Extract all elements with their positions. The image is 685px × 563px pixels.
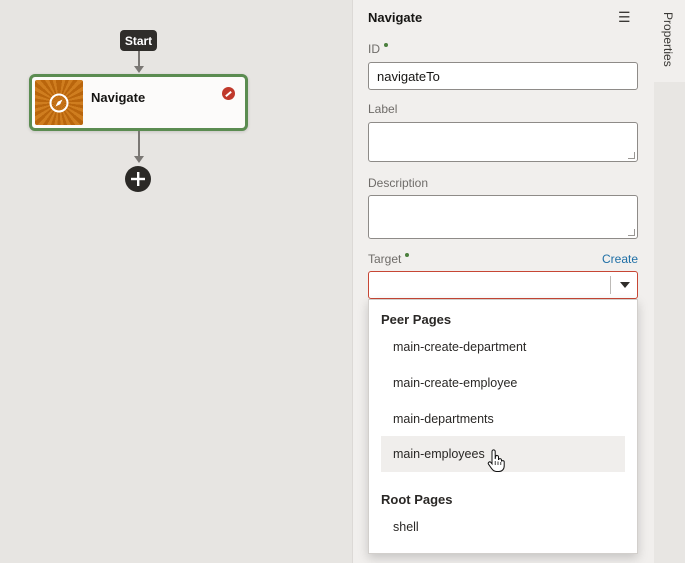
arrow-down-icon [134, 66, 144, 73]
side-rail [654, 0, 685, 563]
description-textarea[interactable] [368, 195, 638, 239]
resize-handle-icon[interactable] [628, 152, 635, 159]
description-label: Description [368, 176, 429, 190]
id-input[interactable] [368, 62, 638, 90]
select-divider [610, 276, 611, 294]
label-label: Label [368, 102, 398, 116]
connector-node [138, 131, 140, 157]
hand-pointer-icon [487, 449, 505, 476]
node-title: Navigate [91, 90, 146, 105]
tab-properties-label: Properties [661, 12, 675, 67]
group-header-root-pages: Root Pages [381, 492, 453, 507]
flow-canvas[interactable]: Start Navigate [0, 0, 352, 563]
start-node[interactable]: Start [120, 30, 157, 51]
create-target-link[interactable]: Create [602, 252, 638, 266]
option-main-create-department[interactable]: main-create-department [381, 329, 625, 365]
option-main-create-employee[interactable]: main-create-employee [381, 365, 625, 401]
connector-start [138, 51, 140, 67]
target-select[interactable] [368, 271, 638, 299]
group-header-peer-pages: Peer Pages [381, 312, 452, 327]
label-textarea[interactable] [368, 122, 638, 162]
resize-handle-icon[interactable] [628, 229, 635, 236]
add-action-button[interactable] [125, 166, 151, 192]
menu-icon[interactable]: ☰ [618, 9, 631, 26]
target-label: Target [368, 252, 410, 266]
error-icon [222, 87, 235, 100]
properties-panel: Navigate ☰ ID Label Description Target C… [352, 0, 654, 563]
required-indicator [384, 43, 388, 47]
navigate-action-node[interactable]: Navigate [29, 74, 248, 131]
option-shell[interactable]: shell [381, 509, 625, 545]
tab-properties[interactable]: Properties [654, 0, 685, 82]
panel-title: Navigate [368, 10, 423, 25]
option-main-departments[interactable]: main-departments [381, 401, 625, 437]
compass-icon [35, 80, 83, 125]
chevron-down-icon[interactable] [620, 282, 630, 288]
arrow-down-icon [134, 156, 144, 163]
id-label: ID [368, 42, 388, 56]
target-dropdown-list: Peer Pages main-create-department main-c… [368, 299, 638, 554]
plus-icon [131, 172, 145, 186]
required-indicator [405, 253, 410, 257]
